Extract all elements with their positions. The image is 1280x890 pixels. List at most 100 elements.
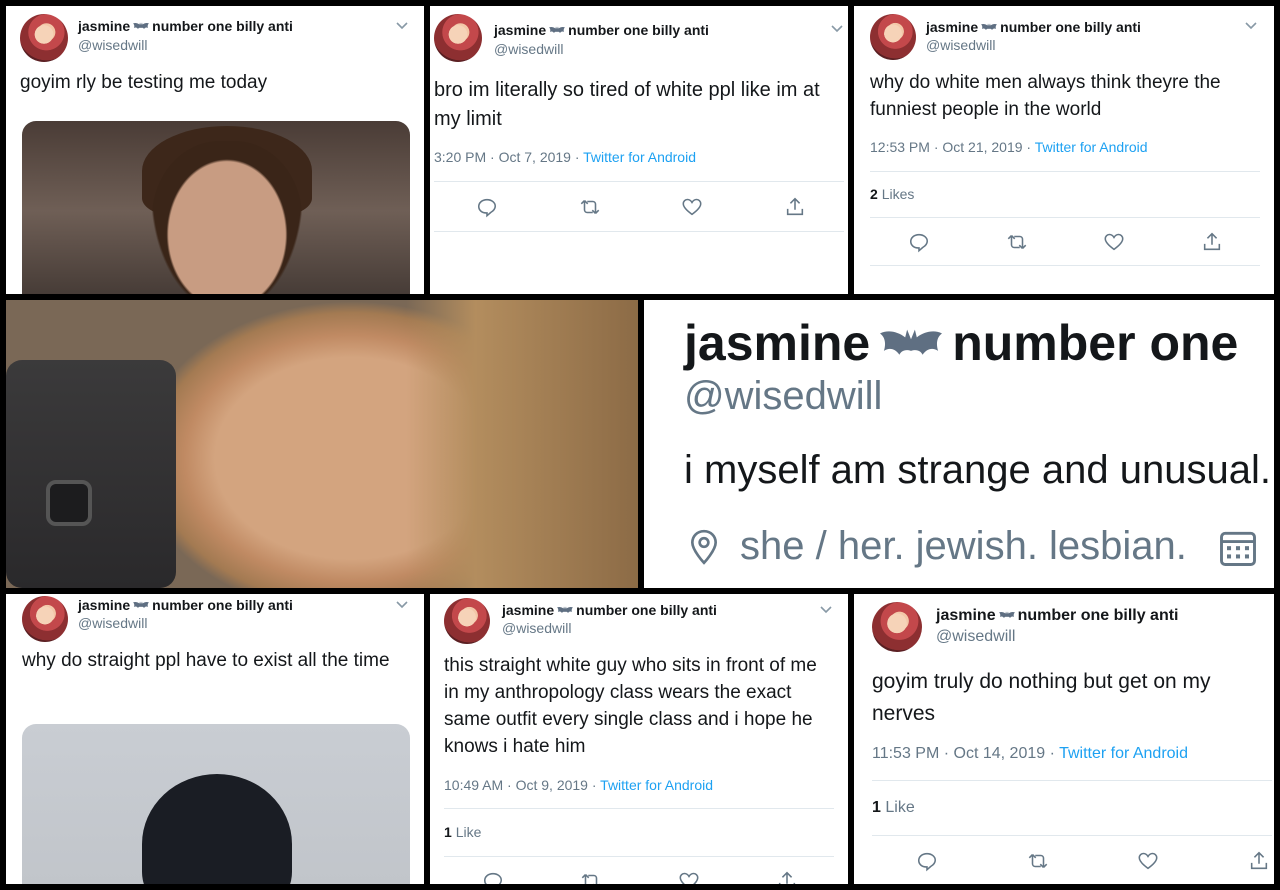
avatar[interactable] — [444, 598, 490, 644]
media-photo-head — [142, 774, 292, 884]
profile-name-rest: number one — [952, 315, 1239, 371]
bat-emoji-icon — [999, 611, 1015, 621]
reply-icon[interactable] — [476, 196, 498, 218]
divider — [870, 265, 1260, 266]
avatar[interactable] — [22, 596, 68, 642]
handle[interactable]: @wisedwill — [502, 620, 571, 636]
tweet-card-3[interactable]: jasmine number one billy anti @wisedwill … — [854, 6, 1274, 294]
divider — [444, 856, 834, 857]
display-name-first: jasmine — [936, 607, 996, 624]
retweet-icon[interactable] — [579, 196, 601, 218]
bat-emoji-icon — [133, 601, 149, 611]
chevron-down-icon[interactable] — [395, 18, 409, 32]
divider — [444, 808, 834, 809]
handle[interactable]: @wisedwill — [78, 615, 147, 631]
tweet-actions — [482, 870, 798, 884]
retweet-icon[interactable] — [580, 870, 602, 884]
reply-icon[interactable] — [908, 231, 930, 253]
display-name[interactable]: jasmine number one billy anti — [936, 607, 1179, 625]
likes-count[interactable]: 1 Like — [444, 824, 481, 840]
divider — [434, 231, 844, 232]
tweet-media-image[interactable] — [22, 724, 410, 884]
tweet-card-4[interactable]: jasmine number one billy anti @wisedwill … — [6, 594, 424, 884]
divider — [870, 171, 1260, 172]
tweet-source-link[interactable]: Twitter for Android — [600, 777, 713, 793]
profile-location-text: she / her. jewish. lesbian. — [740, 524, 1187, 568]
handle[interactable]: @wisedwill — [494, 41, 563, 57]
display-name-first: jasmine — [926, 19, 979, 35]
timestamp-text: 12:53 PM · Oct 21, 2019 · — [870, 139, 1032, 155]
tweet-source-link[interactable]: Twitter for Android — [1035, 139, 1148, 155]
display-name[interactable]: jasmine number one billy anti — [78, 597, 293, 613]
bat-emoji-icon — [981, 23, 997, 33]
divider — [870, 217, 1260, 218]
chevron-down-icon[interactable] — [395, 597, 409, 611]
avatar[interactable] — [870, 14, 916, 60]
display-name[interactable]: jasmine number one billy anti — [494, 22, 709, 38]
tweet-timestamp: 10:49 AM · Oct 9, 2019 · Twitter for And… — [444, 777, 713, 793]
tweet-timestamp: 11:53 PM · Oct 14, 2019 · Twitter for An… — [872, 745, 1188, 763]
tweet-timestamp: 3:20 PM · Oct 7, 2019 · Twitter for Andr… — [434, 149, 696, 165]
heart-icon[interactable] — [678, 870, 700, 884]
handle[interactable]: @wisedwill — [926, 37, 995, 53]
tweet-source-link[interactable]: Twitter for Android — [583, 149, 696, 165]
bat-emoji-icon — [133, 22, 149, 32]
phone-camera — [46, 480, 92, 526]
tweet-card-6[interactable]: jasmine number one billy anti @wisedwill … — [854, 594, 1274, 884]
tweet-text: goyim truly do nothing but get on my ner… — [872, 670, 1211, 725]
handle[interactable]: @wisedwill — [936, 628, 1015, 646]
tweet-media-image[interactable] — [22, 121, 410, 294]
tweet-text: bro im literally so tired of white ppl l… — [434, 79, 820, 130]
retweet-icon[interactable] — [1006, 231, 1028, 253]
tweet-actions — [476, 196, 806, 218]
likes-count[interactable]: 1 Like — [872, 799, 915, 817]
display-name-rest: number one billy anti — [576, 602, 717, 618]
tweet-actions — [908, 231, 1223, 253]
share-icon[interactable] — [1201, 231, 1223, 253]
handle[interactable]: @wisedwill — [78, 37, 147, 53]
chevron-down-icon[interactable] — [830, 21, 844, 35]
heart-icon[interactable] — [681, 196, 703, 218]
profile-display-name: jasmine number one — [684, 314, 1238, 372]
timestamp-text: 3:20 PM · Oct 7, 2019 · — [434, 149, 580, 165]
reply-icon[interactable] — [482, 870, 504, 884]
bat-emoji-icon — [557, 606, 573, 616]
bat-emoji-icon — [880, 327, 942, 367]
heart-icon[interactable] — [1103, 231, 1125, 253]
likes-label: Like — [885, 799, 915, 816]
display-name[interactable]: jasmine number one billy anti — [78, 18, 293, 34]
heart-icon[interactable] — [1137, 850, 1159, 872]
avatar[interactable] — [872, 602, 922, 652]
location-pin-icon — [690, 529, 718, 565]
photo-phone — [6, 360, 176, 588]
divider — [872, 835, 1272, 836]
likes-count[interactable]: 2 Likes — [870, 186, 914, 202]
tweet-card-5[interactable]: jasmine number one billy anti @wisedwill … — [430, 594, 848, 884]
chevron-down-icon[interactable] — [819, 602, 833, 616]
calendar-icon — [1220, 531, 1256, 566]
avatar[interactable] — [434, 14, 482, 62]
display-name[interactable]: jasmine number one billy anti — [502, 602, 717, 618]
chevron-down-icon[interactable] — [1244, 18, 1258, 32]
likes-label: Like — [455, 824, 482, 840]
share-icon[interactable] — [1248, 850, 1270, 872]
avatar[interactable] — [20, 14, 68, 62]
tweet-timestamp: 12:53 PM · Oct 21, 2019 · Twitter for An… — [870, 139, 1148, 155]
share-icon[interactable] — [784, 196, 806, 218]
display-name[interactable]: jasmine number one billy anti — [926, 19, 1141, 35]
tweet-card-1[interactable]: jasmine number one billy anti @wisedwill … — [6, 6, 424, 294]
profile-name-first: jasmine — [684, 315, 871, 371]
profile-handle: @wisedwill — [684, 374, 883, 418]
likes-number: 2 — [870, 186, 878, 202]
reply-icon[interactable] — [916, 850, 938, 872]
profile-bio: i myself am strange and unusual. — [684, 448, 1271, 492]
tweet-source-link[interactable]: Twitter for Android — [1059, 745, 1188, 762]
share-icon[interactable] — [776, 870, 798, 884]
tweet-text: why do white men always think theyre the… — [870, 72, 1221, 120]
display-name-rest: number one billy anti — [152, 597, 293, 613]
tweet-text: why do straight ppl have to exist all th… — [22, 650, 390, 671]
retweet-icon[interactable] — [1027, 850, 1049, 872]
tweet-card-2[interactable]: jasmine number one billy anti @wisedwill … — [430, 6, 848, 294]
tweet-text: goyim rly be testing me today — [20, 72, 268, 93]
display-name-rest: number one billy anti — [1017, 607, 1179, 624]
